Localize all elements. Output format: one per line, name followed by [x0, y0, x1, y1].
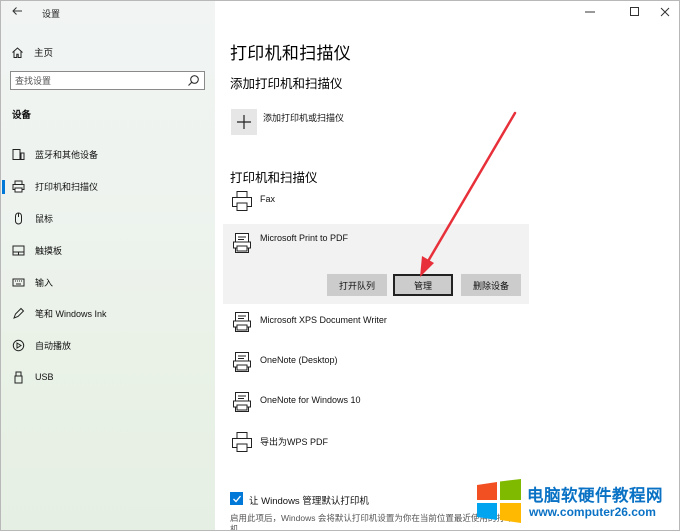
add-printer-button[interactable]: [231, 109, 257, 135]
printer-item-onenote-win10[interactable]: OneNote for Windows 10: [223, 391, 529, 419]
usb-icon: [12, 371, 25, 384]
minimize-icon: [585, 11, 595, 13]
minimize-button[interactable]: [582, 5, 598, 19]
maximize-button[interactable]: [627, 5, 643, 19]
printer-name: OneNote (Desktop): [260, 355, 338, 365]
home-icon: [10, 45, 24, 59]
add-printer-label[interactable]: 添加打印机或扫描仪: [263, 111, 344, 124]
printer-name: Fax: [260, 194, 276, 204]
sidebar-item-bluetooth[interactable]: 蓝牙和其他设备: [1, 139, 215, 171]
touchpad-icon: [12, 244, 25, 257]
manage-button[interactable]: 管理: [393, 274, 453, 296]
close-icon: [660, 7, 670, 17]
titlebar-controls: [215, 1, 679, 25]
sidebar-item-label: 鼠标: [35, 213, 54, 224]
autoplay-icon: [12, 339, 25, 352]
onenote-printer-icon: [231, 351, 253, 373]
plus-icon: [237, 115, 251, 129]
sidebar-section-title: 设备: [12, 110, 32, 121]
printer-item-onenote-desktop[interactable]: OneNote (Desktop): [223, 351, 529, 379]
sidebar-item-usb[interactable]: USB: [1, 362, 215, 394]
add-section-title: 添加打印机和扫描仪: [230, 77, 343, 91]
default-printer-checkbox[interactable]: [230, 492, 243, 505]
checkmark-icon: [232, 495, 241, 502]
home-label: 主页: [34, 48, 54, 59]
keyboard-icon: [12, 276, 25, 289]
sidebar-nav: 蓝牙和其他设备 打印机和扫描仪 鼠标 触摸板 输入 笔和 Windows Ink…: [1, 139, 215, 393]
sidebar: 设置 主页 设备 蓝牙和其他设备: [1, 1, 215, 530]
sidebar-home[interactable]: 主页: [10, 43, 53, 61]
settings-window: 设置 主页 设备 蓝牙和其他设备: [0, 0, 680, 531]
sidebar-item-label: 打印机和扫描仪: [35, 182, 99, 193]
fax-icon: [231, 190, 253, 212]
sidebar-item-mouse[interactable]: 鼠标: [1, 203, 215, 235]
search-icon[interactable]: [187, 74, 200, 87]
sidebar-item-printers[interactable]: 打印机和扫描仪: [1, 171, 215, 203]
remove-device-button[interactable]: 删除设备: [461, 274, 521, 296]
back-arrow-icon[interactable]: [9, 5, 25, 21]
sidebar-item-label: 笔和 Windows Ink: [35, 309, 107, 320]
printer-icon: [12, 180, 25, 193]
sidebar-item-label: 蓝牙和其他设备: [35, 150, 99, 161]
printer-name: Microsoft XPS Document Writer: [260, 315, 387, 325]
printer-name: OneNote for Windows 10: [260, 395, 361, 405]
wps-printer-icon: [231, 431, 253, 453]
printer-name: Microsoft Print to PDF: [260, 233, 349, 243]
sidebar-item-label: 输入: [35, 277, 54, 288]
watermark: 电脑软硬件教程网 www.computer26.com: [473, 475, 679, 530]
search-box: [10, 71, 205, 90]
pdf-printer-icon: [231, 232, 253, 254]
sidebar-item-label: USB: [35, 372, 54, 383]
open-queue-button[interactable]: 打开队列: [327, 274, 387, 296]
sidebar-item-touchpad[interactable]: 触摸板: [1, 234, 215, 266]
sidebar-item-pen[interactable]: 笔和 Windows Ink: [1, 298, 215, 330]
printer-item-wps-pdf[interactable]: 导出为WPS PDF: [223, 431, 529, 459]
sidebar-item-label: 触摸板: [35, 245, 63, 256]
close-button[interactable]: [657, 5, 673, 19]
printer-list-title: 打印机和扫描仪: [230, 171, 318, 185]
search-input[interactable]: [15, 74, 175, 88]
sidebar-item-label: 自动播放: [35, 341, 72, 352]
page-title: 打印机和扫描仪: [230, 44, 352, 63]
default-printer-label[interactable]: 让 Windows 管理默认打印机: [249, 493, 369, 507]
printer-item-fax[interactable]: Fax: [223, 190, 529, 216]
window-title: 设置: [42, 9, 61, 19]
sidebar-item-autoplay[interactable]: 自动播放: [1, 330, 215, 362]
titlebar: 设置: [1, 1, 215, 25]
mouse-icon: [12, 212, 25, 225]
printer-item-xps[interactable]: Microsoft XPS Document Writer: [223, 311, 529, 339]
watermark-url: www.computer26.com: [529, 505, 656, 519]
onenote-printer-icon: [231, 391, 253, 413]
devices-icon: [12, 148, 25, 161]
maximize-icon: [630, 7, 639, 16]
pen-icon: [12, 307, 25, 320]
watermark-title: 电脑软硬件教程网: [527, 487, 663, 505]
windows-logo-icon: [477, 479, 521, 523]
printer-name: 导出为WPS PDF: [260, 437, 329, 447]
sidebar-item-typing[interactable]: 输入: [1, 266, 215, 298]
xps-printer-icon: [231, 311, 253, 333]
